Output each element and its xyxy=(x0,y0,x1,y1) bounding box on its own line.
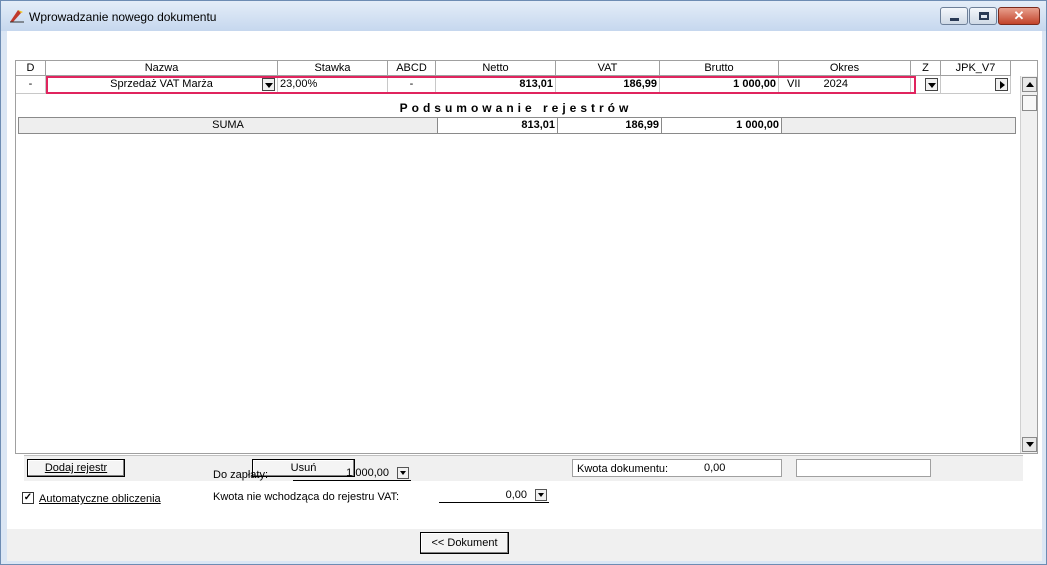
scroll-thumb[interactable] xyxy=(1022,95,1037,111)
summary-brutto: 1 000,00 xyxy=(662,117,782,134)
kwota-nie-label: Kwota nie wchodząca do rejestru VAT: xyxy=(213,491,400,503)
dokument-button[interactable]: << Dokument xyxy=(420,532,509,554)
header-abcd[interactable]: ABCD xyxy=(388,61,436,76)
do-zaplaty-label: Do zapłaty: xyxy=(213,469,269,481)
header-stawka[interactable]: Stawka xyxy=(278,61,388,76)
window-controls: ✕ xyxy=(939,7,1040,25)
chevron-down-icon[interactable] xyxy=(535,489,547,501)
header-z[interactable]: Z xyxy=(911,61,941,76)
chevron-down-icon[interactable] xyxy=(925,78,938,91)
do-zaplaty-value: 1 000,00 xyxy=(346,467,389,479)
vertical-scrollbar[interactable] xyxy=(1020,76,1037,453)
summary-title: Podsumowanie rejestrów xyxy=(399,101,633,115)
arrow-down-icon[interactable] xyxy=(1022,437,1037,452)
minimize-icon xyxy=(950,18,959,21)
cell-vat[interactable]: 186,99 xyxy=(556,76,660,94)
close-icon: ✕ xyxy=(1013,8,1025,23)
close-button[interactable]: ✕ xyxy=(998,7,1040,25)
nazwa-combo[interactable]: Sprzedaż VAT Marża xyxy=(46,76,278,94)
nazwa-value: Sprzedaż VAT Marża xyxy=(110,78,213,90)
jpk-cell[interactable] xyxy=(941,76,1011,94)
main-window: Wprowadzanie nowego dokumentu ✕ D Nazwa … xyxy=(0,0,1047,565)
chevron-right-icon[interactable] xyxy=(995,78,1008,91)
summary-row: SUMA 813,01 186,99 1 000,00 xyxy=(18,117,1016,134)
maximize-button[interactable] xyxy=(969,7,997,25)
header-brutto[interactable]: Brutto xyxy=(660,61,779,76)
cell-abcd[interactable]: - xyxy=(388,76,436,94)
dokument-label: << Dokument xyxy=(431,537,498,549)
client-area: D Nazwa Stawka ABCD Netto VAT Brutto Okr… xyxy=(7,31,1042,561)
summary-label: SUMA xyxy=(18,117,438,134)
z-combo[interactable] xyxy=(911,76,941,94)
cell-brutto[interactable]: 1 000,00 xyxy=(660,76,779,94)
header-d[interactable]: D xyxy=(16,61,46,76)
okres-year: 2024 xyxy=(823,78,848,90)
summary-filler xyxy=(782,117,1016,134)
header-okres[interactable]: Okres xyxy=(779,61,911,76)
window-title: Wprowadzanie nowego dokumentu xyxy=(29,10,217,24)
header-jpk[interactable]: JPK_V7 xyxy=(941,61,1011,76)
header-nazwa[interactable]: Nazwa xyxy=(46,61,278,76)
summary-vat: 186,99 xyxy=(558,117,662,134)
register-grid: D Nazwa Stawka ABCD Netto VAT Brutto Okr… xyxy=(15,60,1038,481)
title-bar[interactable]: Wprowadzanie nowego dokumentu ✕ xyxy=(1,1,1046,31)
arrow-up-icon[interactable] xyxy=(1022,77,1037,92)
auto-calc-checkbox[interactable]: ✓ xyxy=(22,492,34,504)
maximize-icon xyxy=(979,12,989,20)
cell-okres[interactable]: VII 2024 xyxy=(779,76,911,94)
cell-netto[interactable]: 813,01 xyxy=(436,76,556,94)
table-row[interactable]: - Sprzedaż VAT Marża 23,00% - 813,01 186… xyxy=(16,76,1011,94)
footer-bar: << Dokument xyxy=(7,529,1042,561)
grid-header: D Nazwa Stawka ABCD Netto VAT Brutto Okr… xyxy=(16,61,1011,76)
minimize-button[interactable] xyxy=(940,7,968,25)
header-netto[interactable]: Netto xyxy=(436,61,556,76)
cell-stawka[interactable]: 23,00% xyxy=(278,76,388,94)
header-vat[interactable]: VAT xyxy=(556,61,660,76)
kwota-nie-field[interactable]: 0,00 xyxy=(439,488,549,503)
do-zaplaty-field[interactable]: 1 000,00 xyxy=(293,466,411,481)
chevron-down-icon[interactable] xyxy=(397,467,409,479)
document-icon xyxy=(10,10,24,23)
totals-panel: Do zapłaty: 1 000,00 ✓ Automatyczne obli… xyxy=(7,457,1042,529)
okres-month: VII xyxy=(787,78,801,90)
kwota-nie-value: 0,00 xyxy=(505,489,527,501)
cell-d[interactable]: - xyxy=(16,76,46,94)
auto-calc-label[interactable]: Automatyczne obliczenia xyxy=(39,493,161,505)
chevron-down-icon[interactable] xyxy=(262,78,275,91)
summary-netto: 813,01 xyxy=(438,117,558,134)
